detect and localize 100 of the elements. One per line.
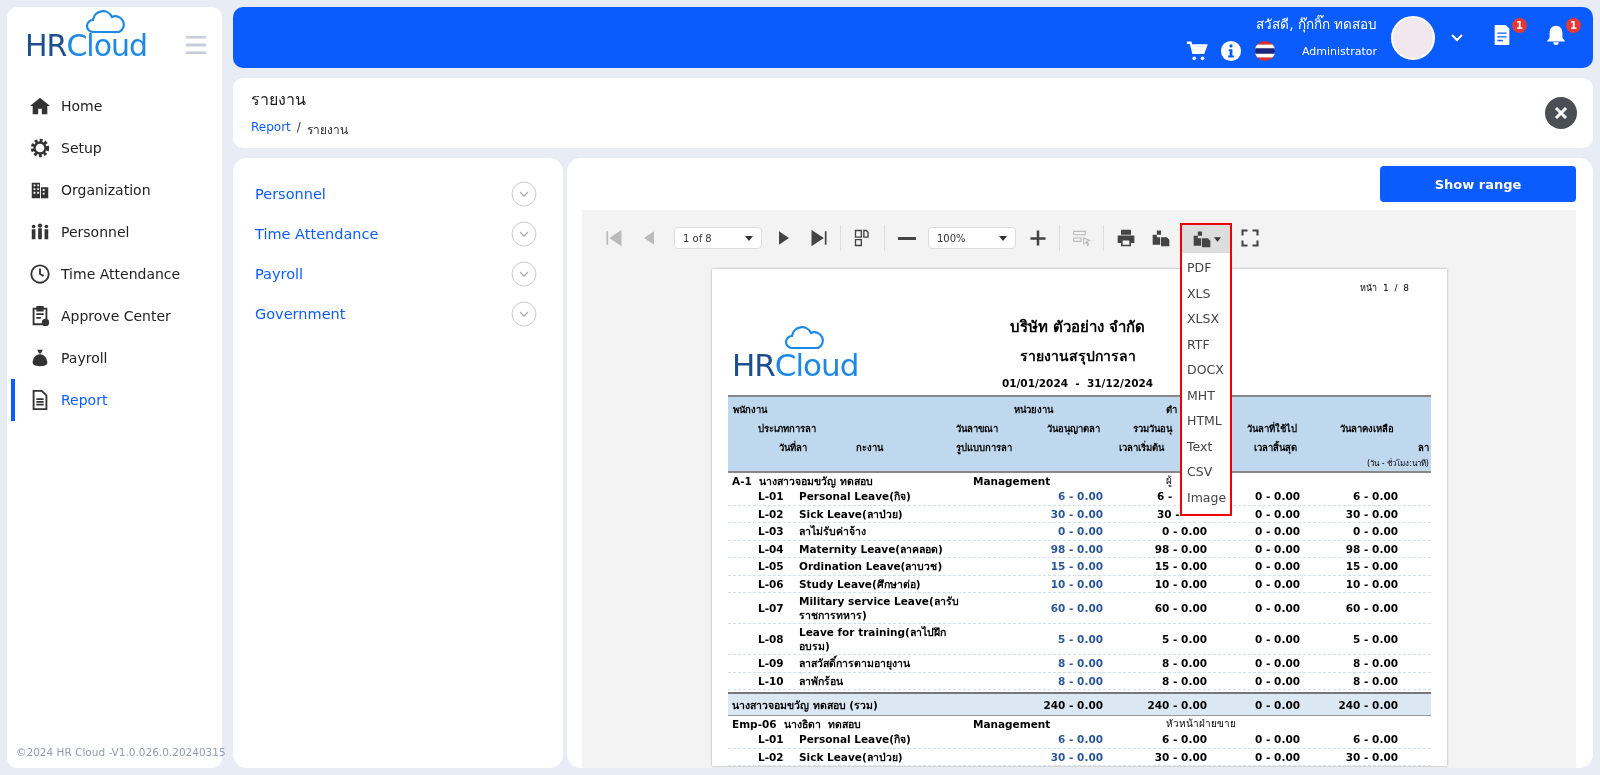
column-header: กะงาน (856, 440, 883, 455)
category-link[interactable]: Payroll (255, 266, 304, 282)
position-text: ผู้ (1165, 473, 1172, 488)
leave-value: 6 - 0.00 (1352, 489, 1398, 504)
leave-type: ลาสวัสดิ์การตามอายุงาน (799, 656, 911, 671)
edit-cursor-icon (1071, 228, 1092, 248)
export-menu-item[interactable]: PDF (1182, 255, 1230, 281)
leave-value: 0 - 0.00 (1254, 541, 1300, 556)
sidebar-item[interactable]: Report (11, 379, 222, 421)
total-value: 240 - 0.00 (1146, 697, 1207, 712)
caret-icon (1213, 236, 1221, 242)
column-header: ประเภทการลา (758, 421, 816, 436)
leave-value: 15 - 0.00 (1049, 559, 1103, 574)
sidebar-item[interactable]: Home (11, 85, 222, 127)
leave-value: 30 - 0.00 (1049, 506, 1103, 521)
column-header: ตำ (1166, 402, 1177, 417)
sidebar-item[interactable]: Setup (11, 127, 222, 169)
export-button[interactable] (1180, 223, 1232, 253)
page-title: รายงาน (251, 89, 307, 111)
bell-icon[interactable] (1545, 23, 1567, 46)
column-header: รวมวันอนุ (1133, 421, 1172, 436)
category-link[interactable]: Time Attendance (255, 226, 379, 242)
page-select[interactable]: 1 of 8 (674, 227, 762, 249)
sidebar-item[interactable]: Approve Center (11, 295, 222, 337)
column-header: เวลาสิ้นสุด (1254, 440, 1297, 455)
report-title: รายงานสรุปการลา (1019, 347, 1136, 367)
caret-icon (999, 235, 1007, 241)
export-menu-item[interactable]: CSV (1182, 459, 1230, 485)
notification-badge: 1 (1512, 17, 1527, 33)
column-header: วันลาขณา (956, 421, 998, 436)
cloud-icon (85, 9, 127, 34)
leave-value: 60 - 0.00 (1153, 601, 1207, 615)
avatar-icon[interactable] (1391, 15, 1435, 60)
zoom-select[interactable]: 100% (928, 227, 1016, 249)
leave-value: 98 - 0.00 (1153, 541, 1207, 556)
leave-code: L-03 (758, 524, 785, 539)
leave-value: 0 - 0.00 (1254, 749, 1300, 764)
leave-value: 0 - 0.00 (1057, 524, 1103, 539)
close-button[interactable] (1545, 97, 1577, 129)
column-header: วันลาที่ใช้ไป (1247, 421, 1297, 436)
column-header: วันอนุญาตลา (1047, 421, 1100, 436)
column-header: ลา (1418, 440, 1430, 455)
printer-icon (1115, 228, 1136, 248)
leave-value: 60 - 0.00 (1344, 601, 1398, 615)
leave-value: 0 - 0.00 (1254, 632, 1300, 646)
info-icon[interactable] (1220, 40, 1242, 62)
export-menu-item[interactable]: Image (1182, 484, 1230, 510)
leave-value: 0 - 0.00 (1254, 601, 1300, 615)
column-header: พนักงาน (733, 402, 767, 417)
column-header: วันลาคงเหลือ (1340, 421, 1394, 436)
sidebar-item[interactable]: Organization (11, 169, 222, 211)
export-menu-item[interactable]: DOCX (1182, 357, 1230, 383)
leave-value: 30 - 0.00 (1344, 749, 1398, 764)
total-value: 0 - 0.00 (1254, 697, 1300, 712)
breadcrumb-current: รายงาน (306, 122, 348, 139)
cart-icon[interactable] (1186, 40, 1208, 62)
gear-icon (29, 137, 51, 159)
sidebar-item[interactable]: Personnel (11, 211, 222, 253)
leave-value: 98 - 0.00 (1049, 541, 1103, 556)
leave-code: L-10 (758, 673, 785, 688)
export-menu-item[interactable]: Text (1182, 433, 1230, 459)
leave-value: 0 - 0.00 (1254, 656, 1300, 671)
thai-flag-icon[interactable] (1254, 40, 1276, 62)
total-value: 240 - 0.00 (1337, 697, 1398, 712)
export-menu-item[interactable]: MHT (1182, 382, 1230, 408)
fullscreen-icon (1239, 228, 1260, 248)
leave-value: 0 - 0.00 (1254, 506, 1300, 521)
show-range-button[interactable]: Show range (1380, 166, 1576, 202)
hrcloud-logo: HRCloud (25, 27, 148, 63)
leave-value: 0 - 0.00 (1254, 673, 1300, 688)
sidebar-item[interactable]: Time Attendance (11, 253, 222, 295)
leave-code: L-02 (758, 749, 785, 764)
export-menu-item[interactable]: HTML (1182, 408, 1230, 434)
leave-value: 30 - 0.00 (1049, 749, 1103, 764)
breadcrumb-link[interactable]: Report (251, 120, 291, 139)
leave-value: 8 - 0.00 (1161, 673, 1207, 688)
leave-value: 0 - 0.00 (1161, 524, 1207, 539)
column-header: เวลาเริ่มต้น (1119, 440, 1164, 455)
leave-value: 8 - 0.00 (1161, 656, 1207, 671)
category-link[interactable]: Government (255, 306, 346, 322)
leave-type: Sick Leave(ลาป่วย) (799, 506, 904, 521)
leave-value: 0 - 0.00 (1254, 559, 1300, 574)
column-header: รูปแบบการลา (956, 440, 1012, 455)
company-name: บริษัท ตัวอย่าง จำกัด (1009, 317, 1146, 338)
leave-value: 6 - 0.00 (1161, 732, 1207, 747)
employee-name: Emp-06 นางธิดา ทดสอบ (731, 716, 862, 731)
export-menu-item[interactable]: XLSX (1182, 306, 1230, 332)
leave-value: 0 - 0.00 (1352, 524, 1398, 539)
export-menu-item[interactable]: RTF (1182, 331, 1230, 357)
leave-value: 5 - 0.00 (1161, 632, 1207, 646)
sidebar-item[interactable]: Payroll (11, 337, 222, 379)
category-link[interactable]: Personnel (255, 186, 326, 202)
leave-code: L-04 (758, 541, 785, 556)
leave-value: 6 - 0.00 (1352, 732, 1398, 747)
export-menu-item[interactable]: XLS (1182, 280, 1230, 306)
department-text: Management (973, 716, 1051, 731)
leave-value: 10 - 0.00 (1344, 576, 1398, 591)
leave-type: Ordination Leave(ลาบวช) (799, 559, 944, 574)
leave-value: 6 - 0.00 (1057, 489, 1103, 504)
minus-icon (896, 236, 917, 240)
